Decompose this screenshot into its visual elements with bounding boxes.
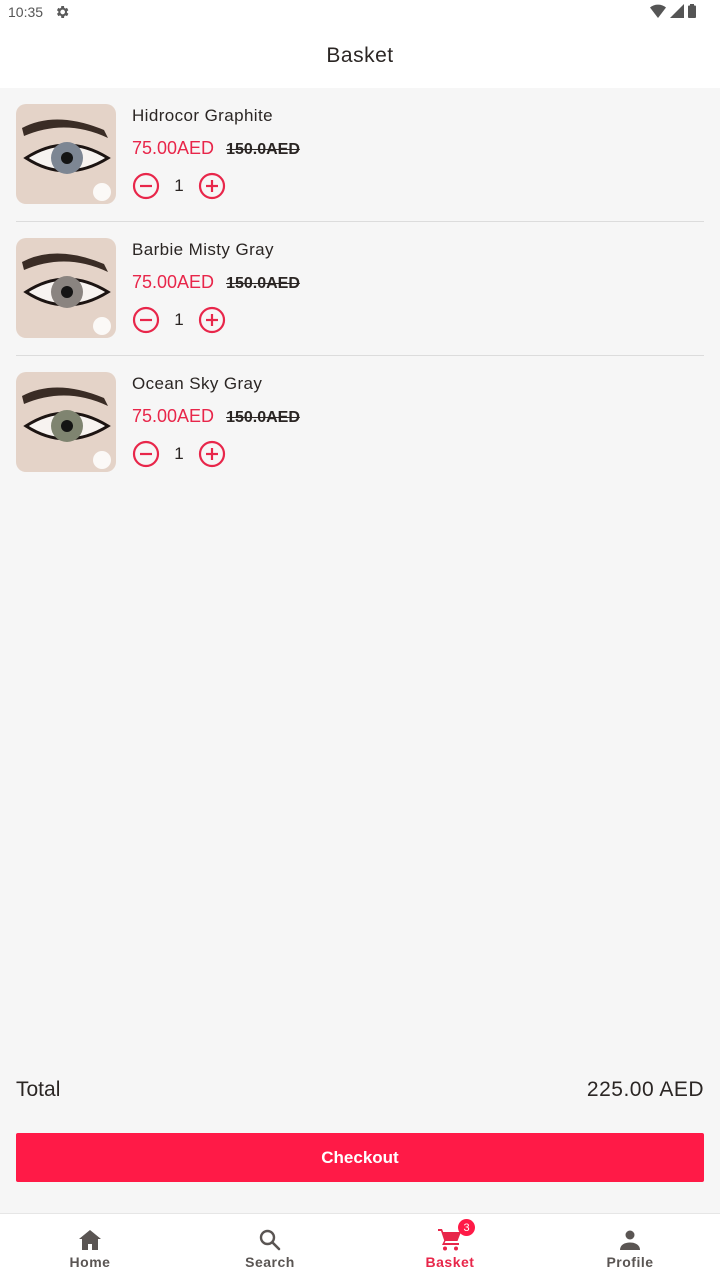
- quantity-stepper: 1: [132, 440, 226, 468]
- sale-price: 75.00AED: [132, 406, 215, 426]
- nav-item-home[interactable]: Home: [0, 1214, 180, 1280]
- plus-circle-icon: [198, 440, 226, 468]
- quantity-value: 1: [174, 310, 184, 329]
- minus-circle-icon: [132, 172, 160, 200]
- basket-item: Ocean Sky Gray 75.00AED 150.0AED 1: [16, 356, 704, 490]
- price-row: 75.00AED 150.0AED: [132, 272, 300, 293]
- total-row: Total 225.00 AED: [16, 1078, 704, 1102]
- nav-item-search[interactable]: Search: [180, 1214, 360, 1280]
- page-title: Basket: [326, 44, 394, 67]
- quantity-value: 1: [174, 444, 184, 463]
- basket-item: Barbie Misty Gray 75.00AED 150.0AED 1: [16, 222, 704, 356]
- nav-label: Basket: [425, 1254, 475, 1270]
- status-bar: 10:35: [0, 0, 720, 24]
- search-icon: [258, 1228, 282, 1252]
- quantity-stepper: 1: [132, 306, 226, 334]
- original-price: 150.0AED: [226, 275, 300, 292]
- cart-count-badge: 3: [458, 1219, 475, 1236]
- nav-label: Search: [245, 1254, 295, 1270]
- original-price: 150.0AED: [226, 141, 300, 158]
- quantity-value: 1: [174, 176, 184, 195]
- basket-item: Hidrocor Graphite 75.00AED 150.0AED 1: [16, 88, 704, 222]
- checkout-button[interactable]: Checkout: [16, 1133, 704, 1182]
- decrease-quantity-button[interactable]: [132, 306, 160, 334]
- increase-quantity-button[interactable]: [198, 306, 226, 334]
- cart-icon: 3: [438, 1219, 475, 1252]
- settings-gear-icon: [56, 6, 69, 18]
- minus-circle-icon: [132, 306, 160, 334]
- sale-price: 75.00AED: [132, 272, 215, 292]
- nav-item-profile[interactable]: Profile: [540, 1214, 720, 1280]
- product-image[interactable]: [16, 372, 116, 472]
- plus-circle-icon: [198, 306, 226, 334]
- product-name[interactable]: Hidrocor Graphite: [132, 106, 273, 126]
- nav-item-basket[interactable]: 3 Basket: [360, 1214, 540, 1280]
- nav-label: Profile: [606, 1254, 654, 1270]
- original-price: 150.0AED: [226, 409, 300, 426]
- total-label: Total: [16, 1078, 61, 1101]
- product-image[interactable]: [16, 238, 116, 338]
- nav-label: Home: [69, 1254, 111, 1270]
- person-icon: [618, 1228, 642, 1252]
- status-icons: [650, 4, 696, 18]
- product-image[interactable]: [16, 104, 116, 204]
- signal-icon: [670, 4, 684, 18]
- home-icon: [78, 1228, 102, 1252]
- battery-icon: [688, 4, 696, 18]
- plus-circle-icon: [198, 172, 226, 200]
- decrease-quantity-button[interactable]: [132, 440, 160, 468]
- wifi-icon: [650, 4, 666, 18]
- product-name[interactable]: Barbie Misty Gray: [132, 240, 274, 260]
- app-bar: Basket: [0, 24, 720, 88]
- total-value: 225.00 AED: [586, 1078, 704, 1101]
- minus-circle-icon: [132, 440, 160, 468]
- price-row: 75.00AED 150.0AED: [132, 406, 300, 427]
- decrease-quantity-button[interactable]: [132, 172, 160, 200]
- increase-quantity-button[interactable]: [198, 172, 226, 200]
- increase-quantity-button[interactable]: [198, 440, 226, 468]
- product-name[interactable]: Ocean Sky Gray: [132, 374, 262, 394]
- sale-price: 75.00AED: [132, 138, 215, 158]
- price-row: 75.00AED 150.0AED: [132, 138, 300, 159]
- bottom-navigation: Home Search 3 Basket Profile: [0, 1213, 720, 1280]
- status-time: 10:35: [8, 4, 44, 20]
- quantity-stepper: 1: [132, 172, 226, 200]
- basket-list: Hidrocor Graphite 75.00AED 150.0AED 1 Ba…: [16, 88, 704, 490]
